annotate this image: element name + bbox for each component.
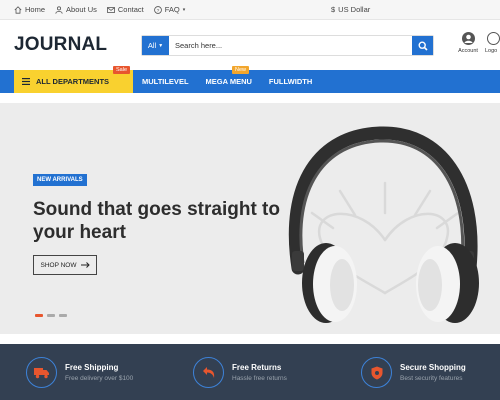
search-button[interactable] [412,36,433,55]
feature-icon-ring [361,357,392,388]
logout-icon [487,32,500,45]
logo[interactable]: JOURNAL [14,34,107,56]
feature-subtitle: Best security features [400,375,463,382]
help-icon: ? [153,5,162,13]
mail-icon [106,6,115,13]
feature-title: Secure Shopping [400,363,466,372]
sale-badge: Sale [113,66,131,74]
feature-secure-shopping: Secure Shopping Best security features [361,357,466,388]
header: JOURNAL All ▼ Account Logo [0,20,500,70]
shop-now-label: SHOP NOW [40,261,77,269]
slider-dot[interactable] [59,314,67,317]
top-bar: Home About Us Contact ? FAQ ▾ $ US Dolla… [0,0,500,20]
currency-selector[interactable]: $ US Dollar [331,5,370,14]
feature-free-shipping: Free Shipping Free delivery over $100 [26,357,133,388]
nav-item-mega-menu[interactable]: MEGA MENU [206,77,252,86]
hero-title: Sound that goes straight to your heart [33,199,280,243]
logout-button[interactable]: Logo [485,32,500,54]
top-link-label: Home [25,5,46,14]
slider-dot[interactable] [35,314,43,317]
search-input[interactable] [169,36,412,55]
top-link-label: About Us [66,5,97,14]
chevron-down-icon: ▼ [158,42,164,49]
account-button[interactable]: Account [456,32,480,54]
search-bar: All ▼ [141,35,434,56]
svg-text:?: ? [156,7,159,13]
feature-title: Free Returns [232,363,282,372]
return-icon [202,367,214,378]
slider-dot[interactable] [47,314,55,317]
nav-item-fullwidth[interactable]: FULLWIDTH [269,77,312,86]
departments-label: ALL DEPARTMENTS [36,77,110,86]
top-link-label: Contact [117,5,144,14]
logout-label: Logo [485,48,498,54]
arrow-right-icon [80,262,90,268]
feature-free-returns: Free Returns Hassle free returns [193,357,287,388]
currency-symbol: $ [331,5,336,14]
nav-item-multilevel[interactable]: MULTILEVEL [142,77,189,86]
top-link-label: FAQ [164,5,180,14]
chevron-down-icon: ▾ [182,6,186,13]
features-bar: Free Shipping Free delivery over $100 Fr… [0,344,500,400]
menu-icon [22,78,30,85]
feature-subtitle: Hassle free returns [232,375,287,382]
truck-icon [33,367,49,378]
top-links: Home About Us Contact ? FAQ ▾ [14,5,185,14]
feature-title: Free Shipping [65,363,119,372]
slider-dots [35,314,67,317]
shield-icon [371,366,382,379]
top-link-faq[interactable]: ? FAQ ▾ [153,5,186,14]
feature-icon-ring [193,357,224,388]
search-icon [417,40,428,51]
main-nav: ALL DEPARTMENTS Sale New MULTILEVEL MEGA… [0,66,500,93]
feature-icon-ring [26,357,57,388]
about-icon [55,5,63,14]
top-link-home[interactable]: Home [14,5,45,14]
search-category-label: All [147,41,157,50]
top-link-contact[interactable]: Contact [106,5,144,14]
currency-label: US Dollar [338,5,371,14]
shop-now-button[interactable]: SHOP NOW [33,255,97,275]
feature-subtitle: Free delivery over $100 [65,375,134,382]
account-icon [461,32,475,45]
search-category-select[interactable]: All ▼ [142,36,169,55]
nav-links: MULTILEVEL MEGA MENU FULLWIDTH [142,70,312,93]
hero-slider: NEW ARRIVALS Sound that goes straight to… [0,103,500,334]
home-icon [14,5,22,14]
account-label: Account [458,48,478,54]
new-arrivals-tag: NEW ARRIVALS [33,174,87,186]
top-link-about[interactable]: About Us [55,5,97,14]
